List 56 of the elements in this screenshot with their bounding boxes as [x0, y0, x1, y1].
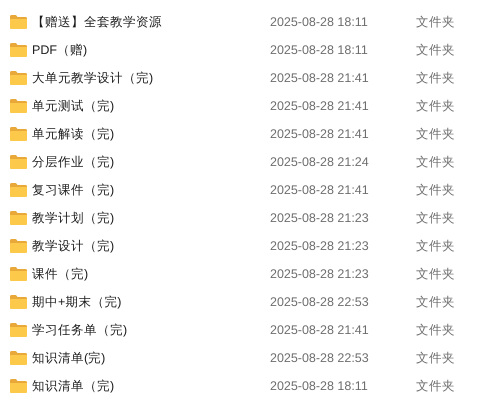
- file-name[interactable]: 单元解读（完): [32, 124, 260, 144]
- folder-icon: [10, 127, 27, 141]
- file-type: 文件夹: [416, 294, 455, 311]
- folder-icon: [10, 15, 27, 29]
- folder-icon: [10, 99, 27, 113]
- file-type: 文件夹: [416, 182, 455, 199]
- modified-date: 2025-08-28 21:41: [270, 182, 370, 199]
- modified-date: 2025-08-28 18:11: [270, 42, 369, 59]
- file-name[interactable]: 学习任务单（完): [32, 320, 260, 340]
- file-type: 文件夹: [416, 98, 455, 115]
- file-name[interactable]: 复习课件（完): [32, 180, 260, 200]
- file-type: 文件夹: [416, 210, 455, 227]
- file-name[interactable]: 期中+期末（完): [32, 292, 260, 312]
- modified-date: 2025-08-28 21:41: [270, 322, 370, 339]
- folder-icon: [10, 211, 27, 225]
- folder-icon: [10, 155, 27, 169]
- modified-date: 2025-08-28 22:53: [270, 294, 370, 311]
- file-name[interactable]: 教学设计（完): [32, 236, 260, 256]
- file-type: 文件夹: [416, 322, 455, 339]
- folder-icon: [10, 239, 27, 253]
- modified-date: 2025-08-28 22:53: [270, 350, 370, 367]
- file-name[interactable]: 知识清单(完): [32, 348, 260, 368]
- file-name[interactable]: PDF（赠): [32, 40, 260, 60]
- modified-date: 2025-08-28 21:23: [270, 210, 370, 227]
- modified-date: 2025-08-28 18:11: [270, 14, 369, 31]
- folder-icon: [10, 183, 27, 197]
- folder-icon: [10, 351, 27, 365]
- file-name[interactable]: 知识清单（完): [32, 376, 260, 396]
- file-type: 文件夹: [416, 266, 455, 283]
- modified-date: 2025-08-28 21:23: [270, 266, 370, 283]
- folder-icon: [10, 71, 27, 85]
- modified-date: 2025-08-28 21:23: [270, 238, 370, 255]
- modified-date: 2025-08-28 21:41: [270, 126, 370, 143]
- file-type: 文件夹: [416, 154, 455, 171]
- modified-date: 2025-08-28 21:41: [270, 98, 370, 115]
- file-name[interactable]: 课件（完): [32, 264, 260, 284]
- modified-date: 2025-08-28 18:11: [270, 378, 369, 395]
- folder-icon: [10, 295, 27, 309]
- modified-date: 2025-08-28 21:41: [270, 70, 370, 87]
- file-type: 文件夹: [416, 378, 455, 395]
- folder-icon: [10, 43, 27, 57]
- file-type: 文件夹: [416, 42, 455, 59]
- file-name[interactable]: 单元测试（完): [32, 96, 260, 116]
- file-type: 文件夹: [416, 70, 455, 87]
- file-type: 文件夹: [416, 350, 455, 367]
- folder-icon: [10, 379, 27, 393]
- file-name[interactable]: 教学计划（完): [32, 208, 260, 228]
- file-name[interactable]: 大单元教学设计（完): [32, 68, 260, 88]
- folder-icon: [10, 323, 27, 337]
- file-type: 文件夹: [416, 238, 455, 255]
- folder-icon: [10, 267, 27, 281]
- file-type: 文件夹: [416, 126, 455, 143]
- file-name[interactable]: 【赠送】全套教学资源: [32, 12, 260, 32]
- file-name[interactable]: 分层作业（完): [32, 152, 260, 172]
- modified-date: 2025-08-28 21:24: [270, 154, 370, 171]
- file-type: 文件夹: [416, 14, 455, 31]
